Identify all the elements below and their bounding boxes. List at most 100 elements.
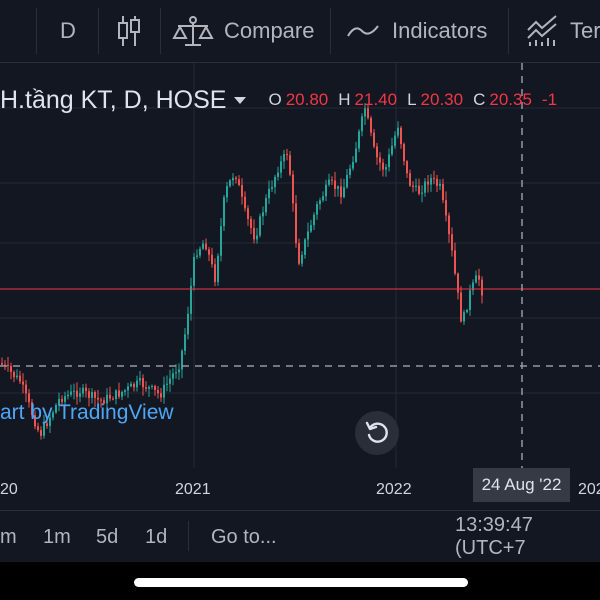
candle-body [88, 391, 90, 398]
chart-type-button[interactable] [116, 0, 142, 62]
range-button[interactable]: 1m [43, 511, 71, 563]
candle-body [157, 390, 159, 394]
candle-body [418, 185, 420, 194]
chart-canvas[interactable] [0, 63, 600, 510]
candle-body [430, 178, 432, 185]
candle-body [454, 250, 456, 274]
x-axis-label: 202 [578, 481, 600, 498]
candle-body [337, 186, 339, 189]
top-toolbar: D Compare Indicators Ter [0, 0, 600, 63]
candle-body [463, 312, 465, 322]
candle-body [211, 254, 213, 265]
candle-body [436, 178, 438, 186]
symbol-legend: H.tầng KT, D, HOSE O 20.80 H 21.40 L 20.… [0, 83, 567, 117]
range-button[interactable]: 5d [96, 511, 118, 563]
candle-body [445, 200, 447, 216]
candle-body [304, 239, 306, 255]
candle-body [244, 196, 246, 209]
candles-icon [118, 16, 140, 46]
interval-button[interactable]: D [60, 0, 76, 62]
x-axis-label: 2021 [175, 481, 211, 498]
candle-series [1, 103, 483, 440]
timezone-button[interactable]: 13:39:47 (UTC+7 [455, 511, 600, 563]
candle-body [184, 334, 186, 351]
range-label: 1m [43, 525, 71, 548]
candle-body [235, 177, 237, 180]
templates-button[interactable]: Ter [526, 0, 600, 62]
candle-body [163, 384, 165, 398]
open-value: 20.80 [285, 90, 329, 109]
candle-body [115, 390, 117, 400]
candle-body [199, 248, 201, 256]
candle-body [331, 179, 333, 181]
close-label: C [473, 90, 486, 109]
candle-body [373, 132, 375, 147]
compare-button[interactable]: Compare [172, 0, 314, 62]
candle-body [460, 292, 462, 322]
goto-button[interactable]: Go to... [211, 511, 277, 563]
candle-body [412, 185, 414, 187]
candle-body [343, 187, 345, 198]
candle-body [154, 386, 156, 391]
low-label: L [407, 90, 417, 109]
candle-body [97, 397, 99, 400]
candle-body [118, 390, 120, 397]
toolbar-divider [330, 8, 331, 54]
candle-body [178, 369, 180, 373]
candle-body [421, 192, 423, 194]
indicators-button[interactable]: Indicators [346, 0, 487, 62]
candle-body [148, 386, 150, 389]
indicators-label: Indicators [392, 18, 488, 43]
candle-body [67, 394, 69, 397]
candle-body [466, 309, 468, 313]
candle-body [250, 218, 252, 228]
candle-body [79, 393, 81, 397]
candle-body [475, 275, 477, 283]
candle-body [190, 285, 192, 314]
candle-body [295, 203, 297, 244]
range-button[interactable]: m [0, 511, 17, 563]
candle-body [457, 273, 459, 293]
candle-body [76, 390, 78, 397]
range-button[interactable]: 1d [145, 511, 167, 563]
candle-body [247, 208, 249, 219]
candle-body [130, 383, 132, 387]
candle-body [478, 275, 480, 280]
candle-body [394, 135, 396, 146]
candle-body [217, 255, 219, 283]
chart-area[interactable]: H.tầng KT, D, HOSE O 20.80 H 21.40 L 20.… [0, 63, 600, 510]
candle-body [253, 227, 255, 240]
candle-body [298, 243, 300, 264]
candle-body [73, 390, 75, 392]
candle-body [172, 373, 174, 379]
candle-body [16, 375, 18, 378]
compare-icon [172, 16, 214, 46]
chevron-down-icon[interactable] [234, 96, 247, 104]
candle-body [7, 364, 9, 366]
templates-label: Ter [570, 18, 600, 43]
candle-body [265, 198, 267, 213]
candle-body [40, 430, 42, 436]
candle-body [85, 387, 87, 392]
candle-body [133, 383, 135, 388]
candle-body [271, 187, 273, 189]
candle-body [319, 200, 321, 205]
candle-body [481, 279, 483, 296]
candle-body [232, 177, 234, 181]
templates-icon [527, 15, 557, 46]
reset-chart-button[interactable] [355, 411, 399, 455]
candle-body [469, 290, 471, 310]
high-value: 21.40 [354, 90, 398, 109]
candle-body [238, 179, 240, 186]
symbol-name[interactable]: H.tầng KT, D, HOSE [0, 86, 226, 115]
candle-body [142, 378, 144, 388]
candle-body [127, 386, 129, 391]
reset-icon [365, 421, 388, 443]
candle-body [145, 387, 147, 389]
home-indicator[interactable] [134, 578, 468, 587]
candle-body [160, 393, 162, 398]
tradingview-watermark[interactable]: art by TradingView [0, 401, 174, 425]
candle-body [415, 185, 417, 187]
candle-body [169, 378, 171, 384]
candle-body [175, 372, 177, 374]
